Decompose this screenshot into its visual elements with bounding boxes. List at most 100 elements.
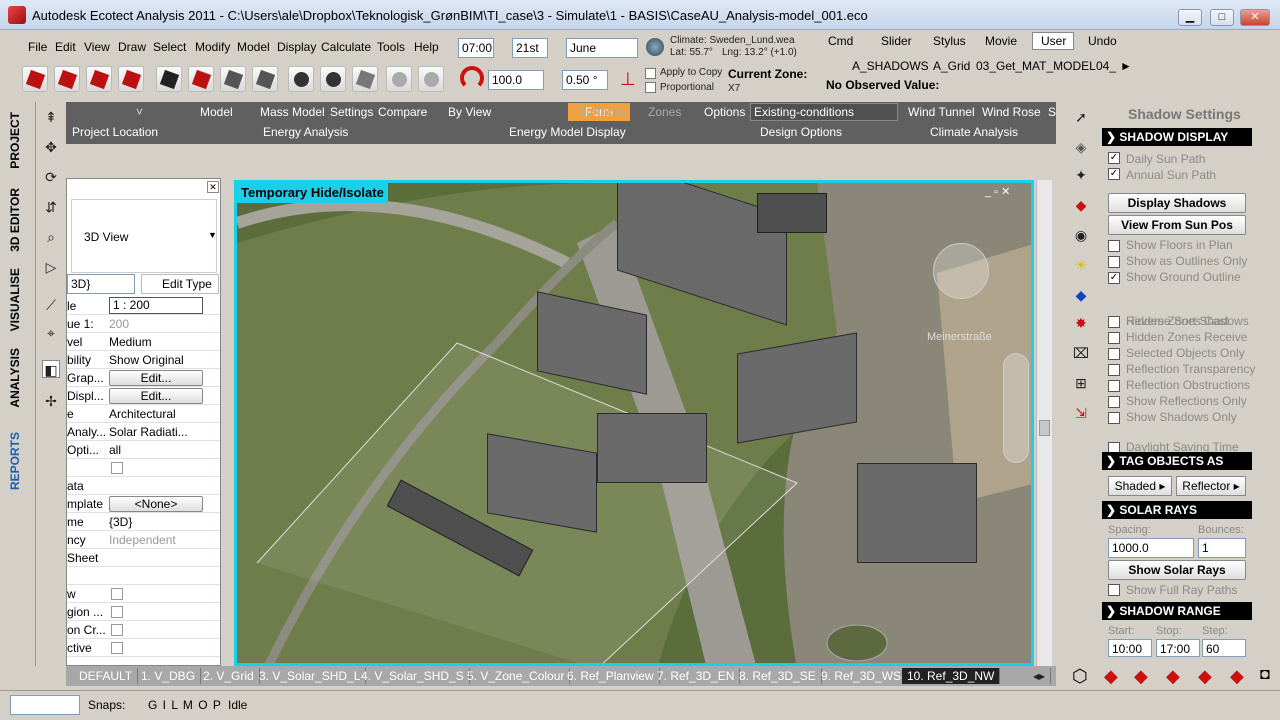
shadow-option-checkbox[interactable]: [1108, 240, 1120, 252]
export-icon[interactable]: [118, 66, 144, 92]
edit-type-button[interactable]: Edit Type: [141, 274, 219, 294]
group-icon[interactable]: [320, 66, 346, 92]
property-row[interactable]: le 1 : 200: [67, 297, 220, 315]
ribbon-model[interactable]: Model: [200, 105, 233, 119]
property-row[interactable]: Sheet: [67, 549, 220, 567]
menu-edit[interactable]: Edit: [55, 40, 76, 54]
menu-draw[interactable]: Draw: [118, 40, 146, 54]
tab-scroll-icon[interactable]: ◂▸: [1028, 668, 1052, 684]
macro-a-grid[interactable]: A_Grid: [933, 59, 970, 73]
property-checkbox[interactable]: [111, 588, 123, 600]
menu-tools[interactable]: Tools: [377, 40, 405, 54]
shadow-display-header[interactable]: ❯ SHADOW DISPLAY: [1102, 128, 1252, 146]
shadow-option-checkbox[interactable]: [1108, 396, 1120, 408]
tab-cmd[interactable]: Cmd: [828, 34, 853, 48]
property-checkbox[interactable]: [111, 642, 123, 654]
view-from-sun-button[interactable]: View From Sun Pos: [1108, 215, 1246, 235]
axis-icon[interactable]: ⊥: [620, 68, 640, 90]
shade-icon[interactable]: ◆: [1104, 666, 1118, 687]
proportional-checkbox[interactable]: [645, 82, 656, 93]
tab-project[interactable]: PROJECT: [8, 112, 22, 169]
view-tab[interactable]: DEFAULT: [74, 668, 139, 684]
solar-icon[interactable]: ◆: [1198, 666, 1212, 687]
property-row[interactable]: Displ... Edit...: [67, 387, 220, 405]
apply-copy-checkbox[interactable]: [645, 68, 656, 79]
reflector-button[interactable]: Reflector ▸: [1176, 476, 1246, 496]
shadow-option-checkbox[interactable]: [1108, 380, 1120, 392]
snap-icon[interactable]: ✢: [42, 392, 60, 410]
menu-select[interactable]: Select: [153, 40, 186, 54]
shadow-option-checkbox[interactable]: [1108, 316, 1120, 328]
angle-input[interactable]: 0.50 °: [562, 70, 608, 90]
ribbon-options[interactable]: Options: [704, 105, 745, 119]
play-icon[interactable]: ▷: [42, 258, 60, 276]
daily-sun-path-checkbox[interactable]: ✓: [1108, 152, 1120, 164]
time-input[interactable]: 07:00: [458, 38, 494, 58]
select-tool-icon[interactable]: [288, 66, 314, 92]
export-data-icon[interactable]: ⇲: [1072, 404, 1090, 422]
shape-icon[interactable]: ◆: [1230, 666, 1244, 687]
step-input[interactable]: 60: [1202, 639, 1246, 657]
property-row[interactable]: mplate <None>: [67, 495, 220, 513]
crosshair-icon[interactable]: ⌖: [42, 324, 60, 342]
macro-04[interactable]: 04_: [1096, 59, 1116, 73]
shadow-option-checkbox[interactable]: [1108, 256, 1120, 268]
undo-icon[interactable]: [386, 66, 412, 92]
ribbon-zones[interactable]: Zones: [648, 105, 681, 119]
close-properties-icon[interactable]: ✕: [207, 181, 219, 193]
annual-sun-path-checkbox[interactable]: ✓: [1108, 168, 1120, 180]
magnet-icon[interactable]: [460, 66, 484, 90]
property-row[interactable]: gion ...: [67, 603, 220, 621]
property-row[interactable]: bility Show Original: [67, 351, 220, 369]
shadow-option-checkbox[interactable]: [1108, 332, 1120, 344]
show-full-ray-checkbox[interactable]: [1108, 584, 1120, 596]
navigation-bar[interactable]: [1003, 353, 1029, 463]
menu-model[interactable]: Model: [237, 40, 270, 54]
viewport-window-controls-icon[interactable]: _ ▫ ✕: [985, 185, 1010, 198]
macro-get-mat-model[interactable]: 03_Get_MAT_MODEL: [976, 59, 1096, 73]
material-icon[interactable]: ◈: [1072, 138, 1090, 156]
property-row[interactable]: [67, 567, 220, 585]
ribbon-settings[interactable]: Settings: [330, 105, 373, 119]
maximize-button[interactable]: □: [1210, 9, 1234, 26]
close-button[interactable]: ✕: [1240, 9, 1270, 26]
shadow-option-checkbox[interactable]: [1108, 348, 1120, 360]
menu-help[interactable]: Help: [414, 40, 439, 54]
design-option-select[interactable]: Existing-conditions: [750, 103, 898, 121]
ribbon-wind-tunnel[interactable]: Wind Tunnel: [908, 105, 975, 119]
cube-icon[interactable]: ◧: [42, 360, 60, 378]
building-block-middle[interactable]: [597, 413, 707, 483]
grid-icon[interactable]: [352, 66, 378, 92]
trash-icon[interactable]: ⌧: [1072, 344, 1090, 362]
viewcube-icon[interactable]: [933, 243, 989, 299]
menu-modify[interactable]: Modify: [195, 40, 230, 54]
report-icon[interactable]: ◆: [1072, 196, 1090, 214]
day-input[interactable]: 21st: [512, 38, 548, 58]
new-file-icon[interactable]: [22, 66, 48, 92]
menu-calculate[interactable]: Calculate: [321, 40, 371, 54]
move-icon[interactable]: ⇵: [42, 198, 60, 216]
shadow-option-checkbox[interactable]: [1108, 364, 1120, 376]
display-icon[interactable]: [156, 66, 182, 92]
shadow-option-checkbox[interactable]: ✓: [1108, 272, 1120, 284]
macro-scroll-right-icon[interactable]: ►: [1120, 59, 1132, 73]
ribbon-wind-rose[interactable]: Wind Rose: [982, 105, 1041, 119]
scroll-thumb[interactable]: [1039, 420, 1050, 436]
ribbon-compare[interactable]: Compare: [378, 105, 427, 119]
property-row[interactable]: vel Medium: [67, 333, 220, 351]
property-row[interactable]: Analy... Solar Radiati...: [67, 423, 220, 441]
spacing-input[interactable]: 1000.0: [1108, 538, 1194, 558]
show-solar-rays-button[interactable]: Show Solar Rays: [1108, 560, 1246, 580]
tab-reports[interactable]: REPORTS: [8, 432, 22, 490]
property-value[interactable]: Edit...: [109, 388, 203, 404]
render-icon[interactable]: [188, 66, 214, 92]
property-value[interactable]: Edit...: [109, 370, 203, 386]
solar-rays-header[interactable]: ❯ SOLAR RAYS: [1102, 501, 1252, 519]
property-row[interactable]: Opti... all: [67, 441, 220, 459]
eye-icon[interactable]: ◉: [1072, 226, 1090, 244]
property-value[interactable]: <None>: [109, 496, 203, 512]
view-tab[interactable]: 4. V_Solar_SHD_S: [356, 668, 470, 684]
redo-icon[interactable]: [418, 66, 444, 92]
view-tab[interactable]: 3. V_Solar_SHD_L: [254, 668, 367, 684]
pan-icon[interactable]: ✥: [42, 138, 60, 156]
